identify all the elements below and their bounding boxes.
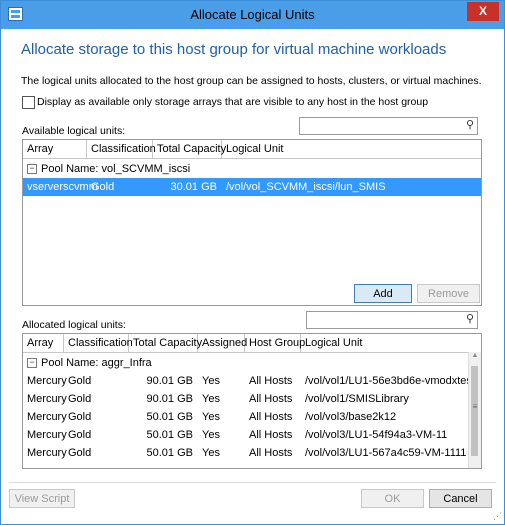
cell-logical-unit: /vol/vol3/LU1-567a4c59-VM-1111: [305, 447, 467, 459]
cell-assigned: Yes: [202, 375, 220, 387]
dialog-window: Allocate Logical Units X Allocate storag…: [0, 0, 505, 525]
allocated-grid-header: Array Classification Total Capacity Assi…: [23, 334, 481, 353]
cell-classification: Gold: [68, 411, 92, 423]
available-units-label: Available logical units:: [22, 125, 126, 137]
collapse-icon[interactable]: −: [27, 164, 37, 174]
available-search-input[interactable]: ⚲: [299, 117, 478, 135]
cell-capacity: 50.01 GB: [146, 447, 193, 459]
cell-classification: Gold: [68, 393, 92, 405]
cell-host-group: All Hosts: [249, 411, 293, 423]
cell-capacity: 50.01 GB: [146, 429, 193, 441]
cancel-button[interactable]: Cancel: [429, 489, 492, 508]
resize-grip-icon[interactable]: ⋰: [493, 511, 502, 522]
cell-capacity: 50.01 GB: [146, 411, 193, 423]
window-title: Allocate Logical Units: [190, 7, 315, 22]
cell-logical-unit: /vol/vol3/base2k12: [305, 411, 397, 423]
remove-button[interactable]: Remove: [417, 284, 480, 303]
cell-assigned: Yes: [202, 411, 220, 423]
cell-host-group: All Hosts: [249, 429, 293, 441]
collapse-icon[interactable]: −: [27, 358, 37, 368]
column-header-classification[interactable]: Classification: [87, 140, 156, 158]
available-units-grid: Array Classification Total Capacity Logi…: [22, 139, 482, 306]
cell-host-group: All Hosts: [249, 447, 293, 459]
cell-host-group: All Hosts: [249, 375, 293, 387]
add-button[interactable]: Add: [354, 284, 412, 303]
scroll-up-icon[interactable]: ▲: [469, 352, 481, 364]
table-row[interactable]: Mercury Gold 50.01 GB Yes All Hosts /vol…: [23, 444, 481, 462]
close-button[interactable]: X: [467, 2, 499, 21]
cell-array: Mercury: [27, 411, 67, 423]
cell-logical-unit: /vol/vol1/LU1-56e3bd6e-vmodxtest: [305, 375, 475, 387]
title-bar[interactable]: Allocate Logical Units X: [1, 1, 504, 29]
table-row[interactable]: Mercury Gold 90.01 GB Yes All Hosts /vol…: [23, 390, 481, 408]
pool-name: Pool Name: vol_SCVMM_iscsi: [41, 163, 191, 175]
column-header-array[interactable]: Array: [23, 334, 64, 352]
column-header-classification[interactable]: Classification: [64, 334, 133, 352]
column-header-assigned[interactable]: Assigned: [198, 334, 247, 352]
cell-host-group: All Hosts: [249, 393, 293, 405]
cell-array: Mercury: [27, 447, 67, 459]
cell-classification: Gold: [68, 447, 92, 459]
column-header-logical-unit[interactable]: Logical Unit: [222, 140, 481, 158]
cell-assigned: Yes: [202, 393, 220, 405]
page-description: The logical units allocated to the host …: [21, 75, 482, 87]
footer-divider: [9, 482, 496, 483]
visible-arrays-checkbox[interactable]: [22, 96, 35, 109]
table-row[interactable]: Mercury Gold 50.01 GB Yes All Hosts /vol…: [23, 408, 481, 426]
column-header-total-capacity[interactable]: Total Capacity: [153, 140, 226, 158]
visible-arrays-checkbox-label[interactable]: Display as available only storage arrays…: [37, 96, 428, 108]
table-row[interactable]: Mercury Gold 90.01 GB Yes All Hosts /vol…: [23, 372, 481, 390]
scroll-thumb[interactable]: [471, 366, 478, 456]
cell-array: Mercury: [27, 429, 67, 441]
cell-array: vserverscvmm: [27, 181, 98, 193]
search-icon[interactable]: ⚲: [466, 312, 474, 325]
search-icon[interactable]: ⚲: [466, 118, 474, 131]
cell-classification: Gold: [68, 375, 92, 387]
pool-group-header[interactable]: − Pool Name: vol_SCVMM_iscsi: [23, 160, 481, 178]
pool-group-header[interactable]: − Pool Name: aggr_Infra: [23, 354, 481, 372]
ok-button[interactable]: OK: [361, 489, 424, 508]
table-row[interactable]: vserverscvmm Gold 30.01 GB /vol/vol_SCVM…: [23, 178, 481, 196]
cell-capacity: 90.01 GB: [146, 393, 193, 405]
dialog-content: Allocate storage to this host group for …: [9, 29, 496, 516]
scroll-grip-icon: ≡: [472, 402, 478, 411]
column-header-total-capacity[interactable]: Total Capacity: [129, 334, 202, 352]
cell-classification: Gold: [68, 429, 92, 441]
view-script-button[interactable]: View Script: [9, 489, 75, 508]
pool-name: Pool Name: aggr_Infra: [41, 357, 152, 369]
column-header-array[interactable]: Array: [23, 140, 87, 158]
allocated-search-input[interactable]: ⚲: [306, 311, 478, 329]
cell-logical-unit: /vol/vol3/LU1-54f94a3-VM-11: [305, 429, 448, 441]
available-grid-header: Array Classification Total Capacity Logi…: [23, 140, 481, 159]
vertical-scrollbar[interactable]: ▲ ≡: [468, 352, 481, 468]
cell-logical-unit: /vol/vol1/SMISLibrary: [305, 393, 409, 405]
cell-array: Mercury: [27, 375, 67, 387]
cell-assigned: Yes: [202, 429, 220, 441]
page-title: Allocate storage to this host group for …: [21, 41, 447, 58]
cell-capacity: 30.01 GB: [170, 181, 217, 193]
cell-logical-unit: /vol/vol_SCVMM_iscsi/lun_SMIS: [226, 181, 386, 193]
table-row[interactable]: Mercury Gold 50.01 GB Yes All Hosts /vol…: [23, 426, 481, 444]
cell-classification: Gold: [91, 181, 115, 193]
allocated-units-grid: Array Classification Total Capacity Assi…: [22, 333, 482, 469]
cell-assigned: Yes: [202, 447, 220, 459]
column-header-host-group[interactable]: Host Group: [245, 334, 305, 352]
cell-array: Mercury: [27, 393, 67, 405]
column-header-logical-unit[interactable]: Logical Unit: [301, 334, 469, 352]
allocated-units-label: Allocated logical units:: [22, 319, 126, 331]
cell-capacity: 90.01 GB: [146, 375, 193, 387]
